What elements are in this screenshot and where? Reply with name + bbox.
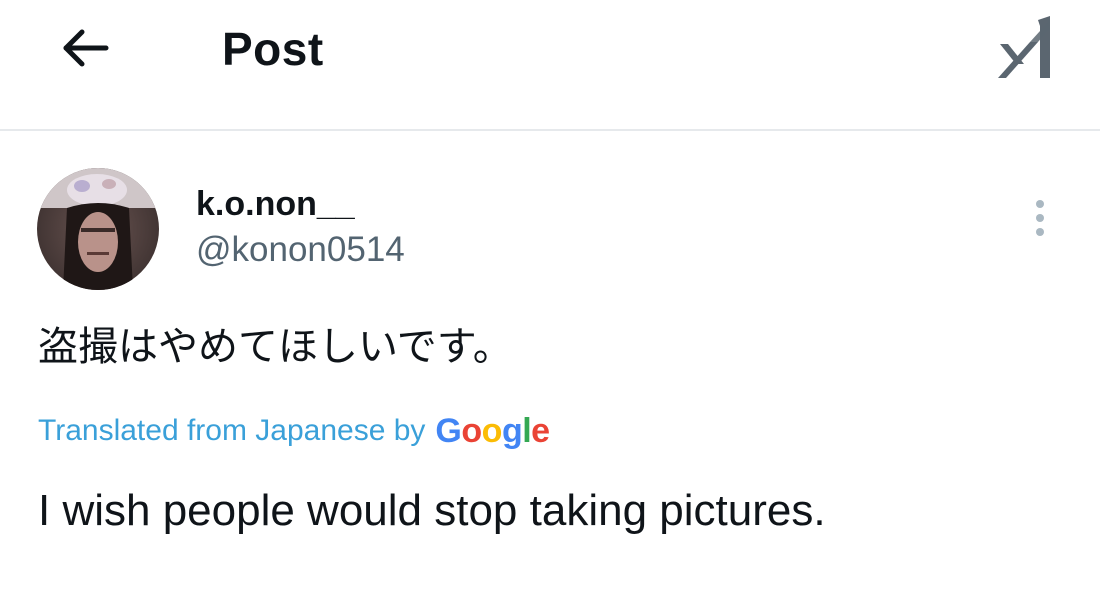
google-logo-letter: o <box>461 412 482 450</box>
page-title: Post <box>222 23 324 75</box>
google-logo-letter: l <box>522 412 532 450</box>
google-logo-letter: e <box>531 412 550 450</box>
author-display-name[interactable]: k.o.non__ <box>196 184 355 224</box>
arrow-left-icon <box>63 29 109 67</box>
profile-photo <box>37 168 159 290</box>
grok-button[interactable] <box>990 12 1060 82</box>
translation-label: Translated from Japanese by <box>38 414 426 447</box>
top-bar: Post <box>0 0 1100 131</box>
post-text-original: 盗撮はやめてほしいです。 <box>38 325 513 369</box>
more-options-button[interactable] <box>1020 194 1060 242</box>
google-logo-icon: Google <box>435 412 550 450</box>
more-vertical-icon <box>1036 214 1044 222</box>
translation-attribution[interactable]: Translated from Japanese by Google <box>38 410 550 450</box>
author-handle[interactable]: @konon0514 <box>196 230 405 270</box>
google-logo-letter: G <box>435 412 462 450</box>
back-button[interactable] <box>52 20 118 76</box>
google-logo-letter: o <box>481 412 503 450</box>
grok-logo-icon <box>998 16 1050 78</box>
more-vertical-icon <box>1036 228 1044 236</box>
more-vertical-icon <box>1036 200 1044 208</box>
avatar[interactable] <box>37 168 159 290</box>
post-text-translated: I wish people would stop taking pictures… <box>38 486 826 535</box>
google-logo-letter: g <box>501 412 523 450</box>
